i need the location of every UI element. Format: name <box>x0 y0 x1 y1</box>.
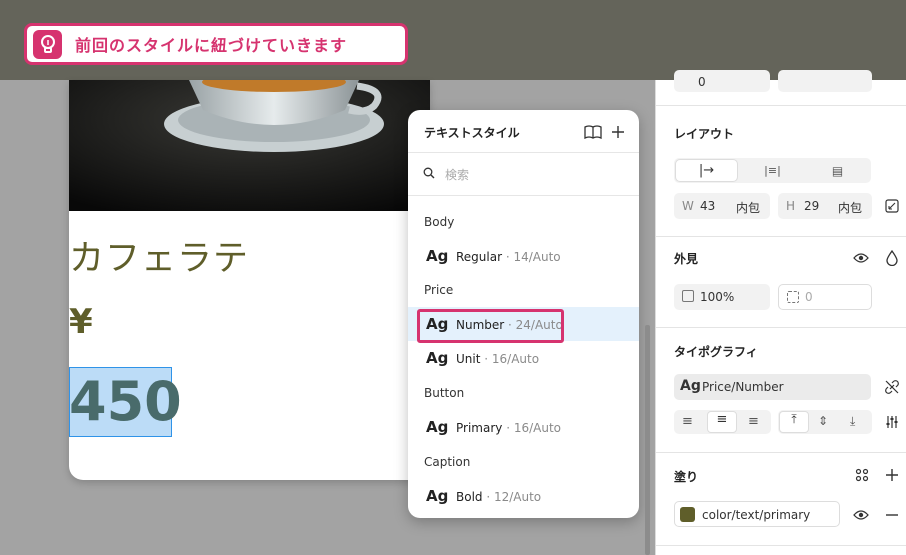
text-style-item-unit[interactable]: Ag Unit · 16/Auto <box>408 341 639 375</box>
fill-variable-name: color/text/primary <box>702 508 811 522</box>
text-style-item-primary[interactable]: Ag Primary · 16/Auto <box>408 410 639 444</box>
remove-fill-icon[interactable] <box>884 507 900 523</box>
appearance-title: 外見 <box>674 252 699 266</box>
hint-callout: 前回のスタイルに紐づけていきます <box>24 23 408 65</box>
group-label-caption: Caption <box>424 455 471 469</box>
typography-style-field[interactable]: Ag Price/Number <box>674 374 871 400</box>
width-value[interactable]: 43 <box>700 199 715 213</box>
style-name: Price/Number <box>702 380 784 394</box>
vertical-align-group[interactable]: ⤒ ⇕ ⤓ <box>778 410 872 434</box>
fill-swatch[interactable] <box>680 507 695 522</box>
detach-style-icon[interactable] <box>884 379 900 395</box>
product-name[interactable]: カフェラテ <box>69 230 249 281</box>
library-book-icon[interactable] <box>583 122 603 142</box>
style-meta: · 14/Auto <box>502 250 561 264</box>
style-sample: Ag <box>426 349 449 367</box>
align-left-icon[interactable]: ≡ <box>682 414 693 429</box>
hint-text: 前回のスタイルに紐づけていきます <box>75 36 348 55</box>
search-icon <box>422 166 436 180</box>
group-label-price: Price <box>424 283 454 297</box>
eye-icon[interactable] <box>852 250 870 266</box>
style-sample: Ag <box>426 487 449 505</box>
group-label-body: Body <box>424 215 455 229</box>
width-label: W <box>682 199 694 213</box>
style-name: Bold <box>456 490 483 504</box>
style-sample: Ag <box>426 247 449 265</box>
drop-icon[interactable] <box>884 249 900 267</box>
scrollbar[interactable] <box>645 325 650 555</box>
height-mode[interactable]: 内包 <box>838 199 862 216</box>
divider <box>656 327 906 328</box>
height-value[interactable]: 29 <box>804 199 819 213</box>
typography-title: タイポグラフィ <box>674 345 758 359</box>
rotation-value: 0 <box>698 75 706 89</box>
add-icon[interactable] <box>608 122 628 142</box>
divider <box>408 152 639 153</box>
divider <box>656 452 906 453</box>
align-top-icon[interactable]: ⤒ <box>779 411 809 433</box>
layout-title: レイアウト <box>674 127 735 141</box>
fill-variable-field[interactable]: color/text/primary <box>674 501 840 527</box>
lightbulb-icon <box>33 29 62 59</box>
transform-buttons[interactable] <box>778 70 872 92</box>
price-text[interactable]: 450 <box>69 370 182 433</box>
search-input[interactable]: 検索 <box>445 166 469 183</box>
align-center-icon[interactable]: |≡| <box>741 159 804 182</box>
opacity-icon <box>682 290 694 302</box>
currency-symbol[interactable]: ¥ <box>69 302 93 342</box>
resize-icon[interactable] <box>884 198 900 214</box>
text-settings-icon[interactable] <box>884 414 900 430</box>
corner-radius-icon <box>787 291 799 303</box>
properties-panel: 0 レイアウト |→ |≡| ▤ W 43 内包 H 29 内包 外見 100%… <box>655 70 906 555</box>
add-fill-icon[interactable] <box>884 467 900 483</box>
divider <box>656 105 906 106</box>
coffee-photo <box>69 80 430 211</box>
wrap-layout-icon[interactable]: ▤ <box>806 159 869 182</box>
rotation-field[interactable]: 0 <box>674 70 770 92</box>
align-bottom-icon[interactable]: ⤓ <box>850 414 855 429</box>
style-meta: · 12/Auto <box>482 490 542 504</box>
divider <box>656 545 906 546</box>
align-center-icon[interactable]: ≡ <box>707 411 737 433</box>
fill-visibility-icon[interactable] <box>852 507 870 523</box>
height-field[interactable]: H 29 内包 <box>778 193 872 219</box>
selected-style-highlight <box>417 309 564 343</box>
horizontal-layout-icon[interactable]: |→ <box>675 159 738 182</box>
text-style-item-regular[interactable]: Ag Regular · 14/Auto <box>408 239 639 273</box>
text-align-group[interactable]: ≡ ≡ ≡ <box>674 410 771 434</box>
corner-radius-value[interactable]: 0 <box>805 290 813 304</box>
popup-title: テキストスタイル <box>424 126 520 140</box>
opacity-field[interactable]: 100% <box>674 284 770 310</box>
style-library-icon[interactable] <box>854 467 870 483</box>
product-card[interactable]: カフェラテ ¥ 450 <box>69 80 430 480</box>
style-sample: Ag <box>680 378 701 394</box>
style-name: Regular <box>456 250 503 264</box>
group-label-button: Button <box>424 386 465 400</box>
style-sample: Ag <box>426 418 449 436</box>
corner-radius-field[interactable]: 0 <box>778 284 872 310</box>
fill-title: 塗り <box>674 470 699 484</box>
text-style-item-bold[interactable]: Ag Bold · 12/Auto <box>408 479 639 513</box>
style-meta: · 16/Auto <box>502 421 561 435</box>
align-middle-icon[interactable]: ⇕ <box>818 414 828 428</box>
style-name: Primary <box>456 421 503 435</box>
style-meta: · 16/Auto <box>480 352 540 366</box>
align-right-icon[interactable]: ≡ <box>748 414 759 429</box>
width-mode[interactable]: 内包 <box>736 199 760 216</box>
height-label: H <box>786 199 796 213</box>
divider <box>408 195 639 196</box>
style-name: Unit <box>456 352 481 366</box>
width-field[interactable]: W 43 内包 <box>674 193 770 219</box>
layout-direction-toggle[interactable]: |→ |≡| ▤ <box>674 158 871 183</box>
divider <box>656 236 906 237</box>
opacity-value[interactable]: 100% <box>700 290 734 304</box>
